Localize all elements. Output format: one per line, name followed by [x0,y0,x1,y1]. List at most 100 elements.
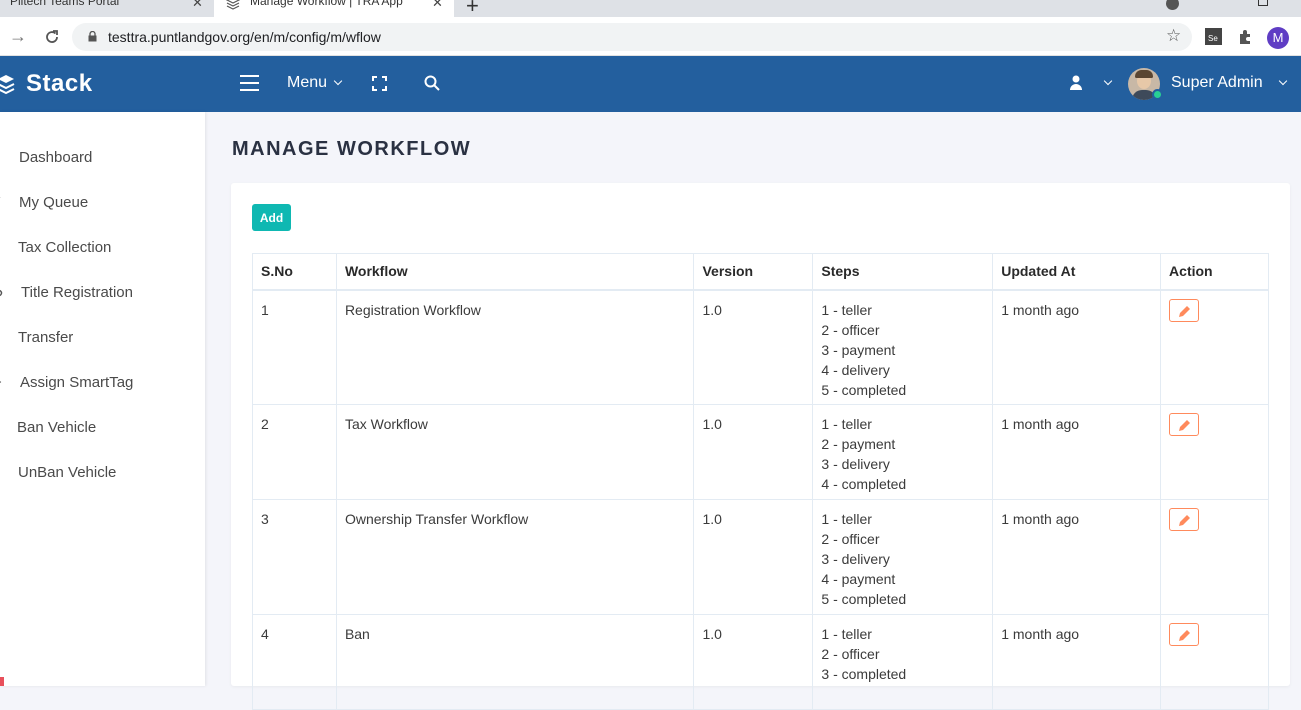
sidebar-item-dashboard[interactable]: Dashboard [0,146,205,170]
table-row: 4 Ban 1.0 1 - teller 2 - officer 3 - com… [252,614,1269,710]
bookmark-star-icon[interactable]: ☆ [1166,26,1181,46]
cell-workflow: Ownership Transfer Workflow [335,499,695,615]
step-item: 5 - completed [821,381,907,398]
sidebar-item-assign-smarttag[interactable]: Assign SmartTag [0,371,205,395]
step-item: 1 - teller [821,416,872,432]
cell-sno: 1 [252,289,337,405]
step-item: 4 - payment [821,571,896,587]
browser-tab-strip: Plitech Teams Portal ✕ Manage Workflow |… [0,0,1301,18]
browser-tab-plitech[interactable]: Plitech Teams Portal ✕ [0,0,212,17]
chevron-down-icon [333,76,343,86]
ban-icon [0,421,5,433]
sidebar-item-transfer[interactable]: Transfer [0,326,205,350]
cell-sno: 3 [252,499,337,615]
cell-action [1160,614,1269,710]
column-header-action: Action [1160,253,1269,291]
browser-tab-manage-workflow[interactable]: Manage Workflow | TRA App ✕ [214,0,454,17]
stack-logo-icon [0,75,15,95]
sidebar: Dashboard My Queue Tax Collection Title … [0,112,205,686]
brand-name[interactable]: Stack [26,70,93,98]
search-icon[interactable] [424,75,440,91]
tag-icon [0,381,2,383]
cell-updated-at: 1 month ago [992,614,1162,710]
column-header-sno: S.No [252,253,337,291]
step-item: 5 - completed [821,591,907,607]
browser-toolbar: → testtra.puntlandgov.org/en/m/config/m/… [0,17,1301,56]
cell-version: 1.0 [693,499,814,615]
sidebar-item-label: UnBan Vehicle [18,464,117,481]
sidebar-item-ban-vehicle[interactable]: Ban Vehicle [0,416,205,440]
edit-button[interactable] [1169,508,1200,531]
forward-arrow-icon[interactable]: → [9,26,27,47]
sidebar-item-label: Tax Collection [18,239,112,256]
extensions-puzzle-icon[interactable] [1237,28,1254,45]
menu-label: Menu [287,74,328,91]
app-header: Stack Menu Super Admin [0,56,1301,112]
tab-title: Manage Workflow | TRA App [250,0,403,8]
profile-avatar[interactable]: M [1267,27,1289,49]
pencil-icon [1179,630,1191,641]
cell-version: 1.0 [693,614,814,710]
step-item: 2 - officer [821,531,880,547]
step-item: 3 - completed [821,666,907,682]
unban-icon [0,466,5,478]
username[interactable]: Super Admin [1171,74,1263,92]
transfer-icon [0,331,5,343]
step-item: 4 - delivery [821,361,890,378]
cell-action [1160,499,1269,615]
close-icon[interactable]: ✕ [192,0,203,11]
media-icon[interactable] [1166,0,1179,10]
home-icon [0,151,5,163]
step-item: 1 - teller [821,626,872,642]
edit-button[interactable] [1169,413,1200,436]
pencil-icon [1179,420,1191,431]
step-item: 1 - teller [821,511,872,527]
step-item: 3 - delivery [821,456,890,472]
chevron-down-icon[interactable] [1103,76,1113,86]
stack-logo-icon [226,0,240,10]
pencil-icon [1179,305,1191,317]
queue-icon [0,197,1,198]
edit-button[interactable] [1169,298,1200,322]
sidebar-item-title-registration[interactable]: Title Registration [0,281,205,305]
column-header-updated-at: Updated At [992,253,1162,291]
hamburger-menu-icon[interactable] [240,75,259,96]
cell-steps: 1 - teller 2 - officer 3 - delivery 4 - … [812,499,994,615]
cell-version: 1.0 [693,404,814,500]
reload-icon[interactable] [44,29,60,45]
step-item: 1 - teller [821,301,872,318]
table-row: 1 Registration Workflow 1.0 1 - teller 2… [252,289,1269,405]
sidebar-item-label: Transfer [18,329,74,346]
sidebar-item-label: Ban Vehicle [17,419,97,436]
cell-version: 1.0 [693,289,814,405]
menu-dropdown[interactable]: Menu [287,74,343,92]
fullscreen-icon[interactable] [372,76,387,91]
cell-steps: 1 - teller 2 - officer 3 - completed [812,614,994,710]
sidebar-item-my-queue[interactable]: My Queue [0,191,205,215]
cell-updated-at: 1 month ago [992,289,1162,405]
cell-steps: 1 - teller 2 - officer 3 - payment 4 - d… [812,289,994,405]
table-header-row: S.No Workflow Version Steps Updated At A… [252,253,1269,291]
sidebar-item-label: Title Registration [21,284,133,301]
sidebar-item-tax-collection[interactable]: Tax Collection [0,236,205,260]
step-item: 2 - officer [821,321,880,338]
cell-sno: 2 [252,404,337,500]
user-icon[interactable] [1069,75,1083,90]
address-bar[interactable]: testtra.puntlandgov.org/en/m/config/m/wf… [72,23,1192,51]
cell-steps: 1 - teller 2 - payment 3 - delivery 4 - … [812,404,994,500]
svg-text:Se: Se [1208,34,1218,43]
edit-button[interactable] [1169,623,1200,646]
cell-action [1160,289,1269,405]
add-workflow-button[interactable]: Add [252,204,291,231]
step-item: 3 - payment [821,341,896,358]
column-header-workflow: Workflow [335,253,695,291]
window-restore-icon[interactable] [1258,0,1268,6]
close-icon[interactable]: ✕ [432,0,443,11]
cell-workflow: Ban [335,614,695,710]
sidebar-item-unban-vehicle[interactable]: UnBan Vehicle [0,461,205,485]
selenium-extension-icon[interactable]: Se [1205,28,1222,45]
sidebar-item-label: My Queue [19,194,89,211]
car-icon [0,289,3,297]
step-item: 2 - officer [821,646,880,662]
chevron-down-icon[interactable] [1278,76,1288,86]
